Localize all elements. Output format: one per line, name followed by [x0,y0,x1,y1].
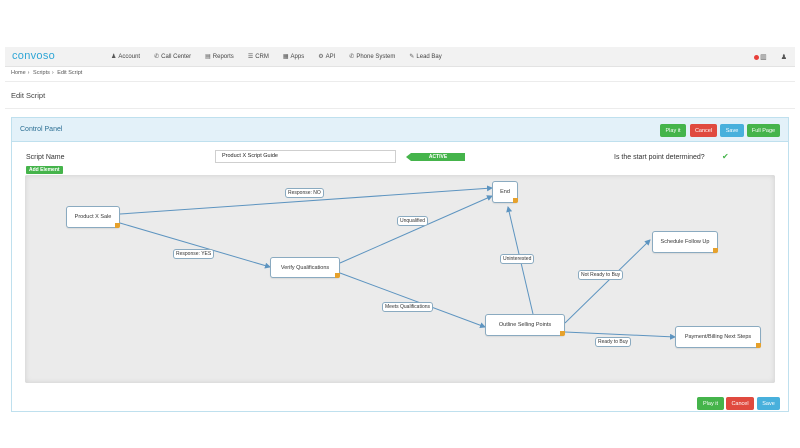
nav-item-label: Account [118,53,141,60]
nav-item-crm[interactable]: ☰ CRM [247,53,269,61]
edge-label-ready[interactable]: Ready to Buy [595,337,632,347]
notification-icon[interactable]: ▥ [760,53,767,61]
edge-label-uninterested[interactable]: Uninterested [500,254,535,264]
node-label: Outline Selling Points [498,322,552,328]
pencil-icon: ✎ [409,54,415,60]
script-name-input[interactable]: Product X Script Guide [215,150,396,163]
nav-item-api[interactable]: ⚙ API [318,53,336,61]
node-label: Payment/Billing Next Steps [684,334,752,340]
nav-item-phone-system[interactable]: ✆ Phone System [349,53,396,61]
list-icon: ☰ [247,54,254,60]
edge-response-yes [119,222,271,269]
status-text: ACTIVE [411,153,465,161]
breadcrumb-current: Edit Script [57,70,83,76]
start-point-question: Is the start point determined? [614,154,705,161]
cancel-button[interactable]: Cancel [690,124,717,137]
node-end[interactable]: End [492,181,518,203]
nav-item-label: Phone System [356,53,396,60]
nav-item-label: Call Center [161,53,192,60]
app-logo[interactable]: convoso [12,50,55,62]
breadcrumb-home[interactable]: Home [11,70,26,76]
breadcrumb-separator: › [27,70,30,76]
gear-icon: ⚙ [318,54,324,60]
edge-meets-qualifications [339,272,486,329]
flow-connectors [119,185,676,340]
footer-play-it-button[interactable]: Play it [697,397,724,410]
nav-item-label: Lead Bay [416,53,442,60]
panel-title: Control Panel [20,126,63,133]
full-page-button[interactable]: Full Page [747,124,780,137]
nav-right-tools: ▥ ♟ [754,53,787,61]
control-panel-header: Control Panel Play it Cancel Save Full P… [12,118,788,142]
edge-label-response-yes[interactable]: Response: YES [173,249,215,259]
node-handle-icon[interactable] [513,198,518,203]
node-label: End [500,189,510,195]
node-handle-icon[interactable] [713,248,718,253]
notification-badge [754,54,760,60]
bar-chart-icon: ▤ [205,54,211,60]
script-name-label: Script Name [26,154,65,161]
breadcrumb-separator: › [51,70,54,76]
edge-label-response-no[interactable]: Response: NO [285,188,324,198]
control-panel: Control Panel Play it Cancel Save Full P… [11,117,789,412]
top-navbar: convoso ♟ Account ✆ Call Center ▤ Reports ☰… [5,47,795,67]
nav-menu: ♟ Account ✆ Call Center ▤ Reports ☰ CRM ▦ App… [111,53,456,61]
phone-icon: ✆ [154,54,160,60]
node-label: Product X Sale [74,214,112,220]
nav-item-label: Apps [290,53,305,60]
edge-label-unqualified[interactable]: Unqualified [397,216,429,226]
node-outline-selling-points[interactable]: Outline Selling Points [485,314,565,336]
edge-not-ready [564,239,651,324]
footer-cancel-button[interactable]: Cancel [726,397,754,410]
node-handle-icon[interactable] [560,331,565,336]
node-label: Schedule Follow Up [660,239,710,245]
edge-label-meets-qualifications[interactable]: Meets Qualifications [382,302,434,312]
node-handle-icon[interactable] [756,343,761,348]
node-payment-billing[interactable]: Payment/Billing Next Steps [675,326,761,348]
node-handle-icon[interactable] [335,273,340,278]
page-header: Edit Script [5,81,795,109]
check-icon: ✔ [722,152,729,161]
node-label: Verify Qualifications [280,264,330,271]
nav-item-lead-bay[interactable]: ✎ Lead Bay [409,53,442,61]
edge-label-not-ready[interactable]: Not Ready to Buy [578,270,624,280]
save-button[interactable]: Save [720,124,744,137]
page-title: Edit Script [11,91,46,100]
add-element-button[interactable]: Add Element [26,166,63,174]
edge-unqualified [339,195,493,264]
play-it-button[interactable]: Play it [660,124,686,137]
user-menu-icon[interactable]: ♟ [781,53,787,61]
nav-item-account[interactable]: ♟ Account [111,53,141,61]
breadcrumb-scripts[interactable]: Scripts [33,70,50,76]
footer-save-button[interactable]: Save [757,397,780,410]
nav-item-label: CRM [255,53,269,60]
flow-canvas[interactable]: Response: NO Response: YES Unqualified M… [25,175,775,383]
phone-icon: ✆ [349,54,355,60]
breadcrumb: Home › Scripts › Edit Script [11,70,84,76]
node-product-x-sale[interactable]: Product X Sale [66,206,120,228]
nav-item-reports[interactable]: ▤ Reports [205,53,234,61]
user-icon: ♟ [111,54,117,60]
nav-item-label: API [325,53,336,60]
nav-item-label: Reports [212,53,234,60]
grid-icon: ▦ [282,54,289,60]
status-badge: ACTIVE [406,153,465,161]
node-verify-qualifications[interactable]: Verify Qualifications [270,257,340,278]
nav-item-call-center[interactable]: ✆ Call Center [154,53,192,61]
node-schedule-follow-up[interactable]: Schedule Follow Up [652,231,718,253]
node-handle-icon[interactable] [115,223,120,228]
nav-item-apps[interactable]: ▦ Apps [282,53,305,61]
